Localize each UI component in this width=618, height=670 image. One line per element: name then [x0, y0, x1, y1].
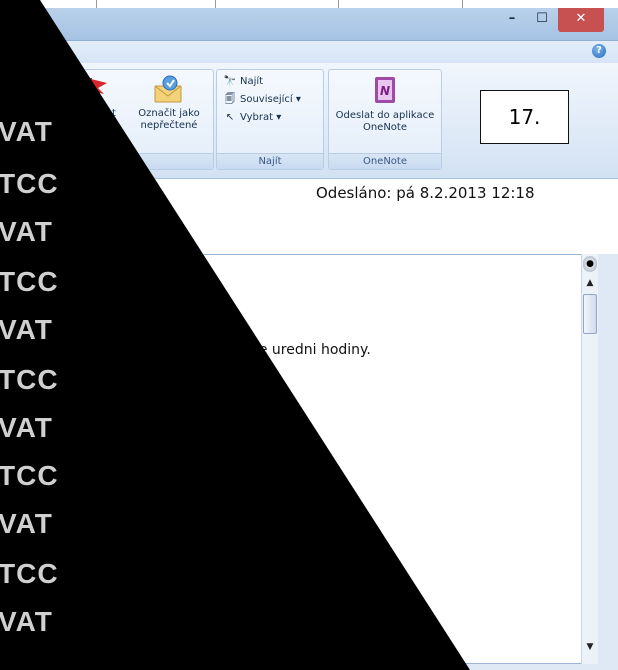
related-button[interactable]: 🗐 Související ▾: [223, 92, 301, 108]
scrollbar-thumb[interactable]: [583, 294, 597, 334]
related-icon: 🗐: [225, 94, 235, 105]
watermark-line: VAT: [0, 216, 53, 247]
scroll-up-icon[interactable]: ▲: [582, 276, 598, 290]
find-group-label: Najít: [217, 153, 323, 169]
message-text: ne uredni hodiny.: [250, 342, 371, 358]
onenote-group-label: OneNote: [329, 153, 441, 169]
watermark-line: VAT: [0, 314, 53, 345]
sent-timestamp: Odesláno: pá 8.2.2013 12:18: [316, 184, 535, 202]
mark-unread-button[interactable]: Označit jako nepřečtené: [131, 74, 207, 132]
maximize-button[interactable]: ☐: [528, 8, 556, 30]
scroll-down-icon[interactable]: ▼: [582, 640, 598, 654]
svg-text:N: N: [380, 84, 390, 98]
close-button[interactable]: ✕: [558, 8, 604, 32]
ribbon-group-followup: racovat Označit jako nepřečtené sti: [40, 69, 214, 170]
chevron-down-icon: ▾: [276, 112, 282, 123]
onenote-icon: N: [375, 77, 395, 103]
watermark-line: TCC: [0, 168, 59, 199]
watermark-line: TCC: [0, 460, 59, 491]
top-strip: [0, 0, 618, 8]
minimize-button[interactable]: –: [498, 8, 526, 30]
followup-label: racovat: [78, 108, 116, 119]
watermark-line: TCC: [0, 558, 59, 589]
title-bar: – ☐ ✕: [0, 8, 618, 41]
select-button[interactable]: ↖ Vybrat ▾: [223, 110, 281, 126]
message-body[interactable]: [0, 254, 598, 664]
send-to-onenote-label: Odeslat do aplikace OneNote: [335, 110, 435, 133]
step-number-badge: 17.: [480, 90, 569, 144]
followup-button[interactable]: racovat: [67, 74, 127, 120]
vertical-scrollbar[interactable]: ● ▲ ▼: [581, 254, 598, 664]
watermark-line: VAT: [0, 412, 53, 443]
select-label: Vybrat: [240, 112, 273, 123]
find-label: Najít: [240, 76, 264, 87]
watermark-line: VAT: [0, 606, 53, 637]
send-to-onenote-button[interactable]: N Odeslat do aplikace OneNote: [333, 74, 437, 134]
mark-unread-label: Označit jako nepřečtené: [138, 108, 200, 131]
mark-unread-icon: [154, 75, 182, 103]
scroll-top-icon[interactable]: ●: [583, 256, 597, 272]
flag-icon: [90, 78, 107, 102]
find-button[interactable]: 🔭 Najít: [223, 74, 263, 90]
ribbon-group-find: 🔭 Najít 🗐 Související ▾ ↖ Vybrat ▾ Najít: [216, 69, 324, 170]
binoculars-icon: 🔭: [223, 76, 237, 87]
followup-group-label: sti: [41, 153, 213, 169]
related-label: Související: [240, 94, 293, 105]
ribbon-tab-row: ?: [0, 41, 618, 63]
watermark-line: TCC: [0, 364, 59, 395]
chevron-down-icon: ▾: [295, 94, 301, 105]
select-cursor-icon: ↖: [225, 112, 235, 123]
ribbon-group-onenote: N Odeslat do aplikace OneNote OneNote: [328, 69, 442, 170]
watermark-line: VAT: [0, 116, 53, 147]
help-icon[interactable]: ?: [592, 44, 606, 58]
watermark-line: TCC: [0, 266, 59, 297]
watermark-line: VAT: [0, 508, 53, 539]
